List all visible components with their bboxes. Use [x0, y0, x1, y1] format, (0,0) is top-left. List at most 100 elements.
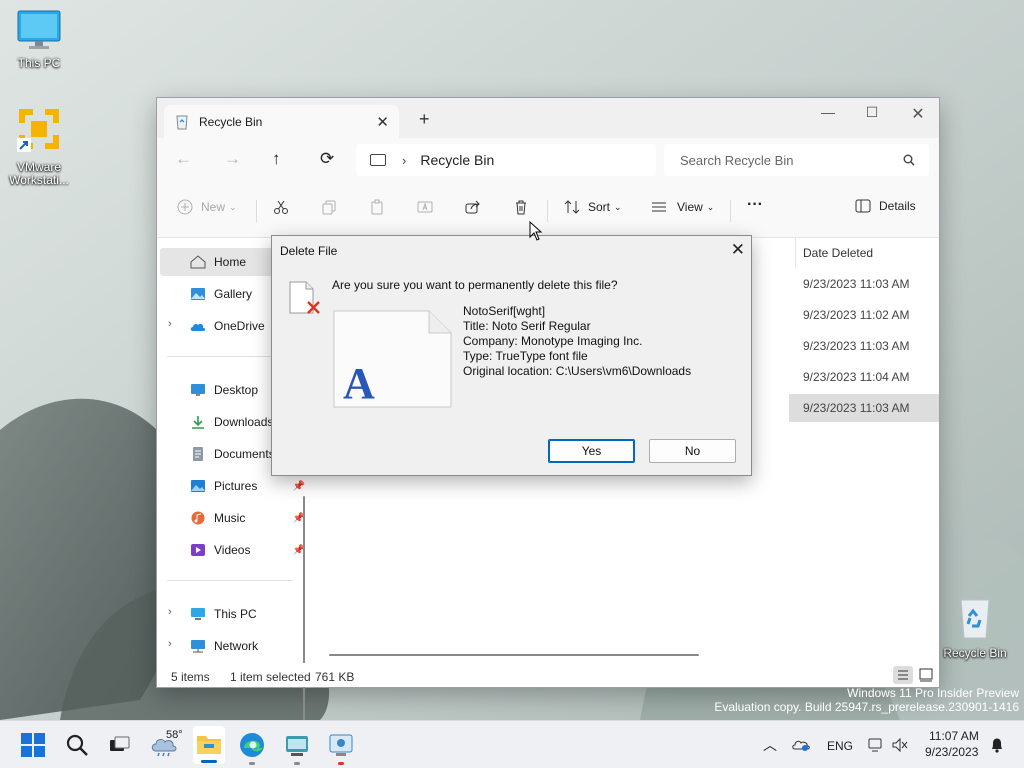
address-box[interactable]: › Recycle Bin	[356, 144, 656, 176]
maximize-button[interactable]: ☐	[849, 104, 895, 121]
minimize-button[interactable]: —	[805, 104, 851, 120]
running-indicator	[294, 762, 300, 765]
nav-item-label: Gallery	[214, 287, 253, 301]
desktop-icon-this-pc[interactable]: This PC	[1, 10, 77, 70]
videos-icon	[191, 544, 205, 556]
task-view-icon[interactable]	[105, 731, 133, 759]
table-row[interactable]: 9/23/2023 11:02 AM	[789, 301, 939, 329]
paste-button[interactable]	[369, 199, 385, 215]
language-indicator[interactable]: ENG	[827, 739, 853, 753]
recycle-bin-icon	[960, 599, 990, 639]
nav-item-label: Pictures	[214, 479, 258, 493]
column-header-date-deleted[interactable]: Date Deleted	[803, 246, 873, 260]
search-icon	[903, 154, 915, 166]
view-icon	[652, 202, 666, 212]
nav-item-label: Documents	[214, 447, 275, 461]
command-bar: New ⌄ Sort ⌄ View ⌄ ··· Details	[157, 184, 939, 238]
sort-button[interactable]: Sort ⌄	[564, 199, 622, 215]
selection-size: 761 KB	[315, 670, 355, 684]
chevron-down-icon: ⌄	[706, 201, 715, 212]
new-button[interactable]: New ⌄	[177, 199, 237, 215]
back-button[interactable]: ←	[175, 149, 192, 169]
volume-muted-icon[interactable]	[891, 737, 909, 753]
no-button[interactable]: No	[649, 439, 736, 463]
clock-date[interactable]: 9/23/2023	[925, 745, 978, 759]
desktop-icon-vmware[interactable]: VMware Workstati...	[1, 104, 77, 187]
evaluation-watermark: Windows 11 Pro Insider Preview Evaluatio…	[714, 686, 1019, 714]
forward-button[interactable]: →	[224, 149, 241, 169]
nav-item-label: Music	[214, 511, 246, 525]
close-tab-icon[interactable]: ✕	[376, 113, 389, 131]
details-pane-icon	[855, 199, 871, 213]
app-taskbar-button[interactable]	[283, 731, 311, 765]
chevron-down-icon: ⌄	[614, 201, 622, 212]
nav-item-label: Desktop	[214, 383, 259, 397]
desktop-icon-label: VMware Workstati...	[9, 160, 69, 187]
yes-button[interactable]: Yes	[548, 439, 635, 463]
rename-button[interactable]	[417, 199, 433, 215]
desktop-icon-recycle-bin[interactable]: Recycle Bin	[937, 596, 1013, 660]
close-window-button[interactable]: ✕	[895, 104, 941, 124]
nav-item-network[interactable]: Network	[160, 632, 303, 660]
horizontal-scrollbar[interactable]	[329, 654, 699, 656]
new-label: New	[201, 200, 226, 214]
file-explorer-taskbar-button[interactable]	[193, 726, 225, 764]
clock-time[interactable]: 11:07 AM	[929, 729, 979, 743]
download-arrow-icon	[192, 416, 204, 429]
details-view-button[interactable]	[893, 666, 913, 684]
navigation-scrollbar[interactable]	[303, 496, 305, 756]
desktop-folder-icon	[191, 384, 205, 396]
tiles-view-button[interactable]	[916, 666, 936, 684]
weather-widget[interactable]: 58°	[150, 729, 186, 759]
search-icon[interactable]	[63, 731, 91, 759]
nav-item-label: Home	[214, 255, 247, 269]
details-pane-button[interactable]: Details	[855, 199, 916, 213]
chevron-right-icon: ›	[402, 152, 407, 168]
nav-item-this-pc[interactable]: This PC	[160, 600, 303, 628]
app-taskbar-button[interactable]	[327, 731, 355, 765]
table-row[interactable]: 9/23/2023 11:03 AM	[789, 332, 939, 360]
nav-item-videos[interactable]: Videos 📌	[160, 536, 305, 564]
table-row[interactable]: 9/23/2023 11:04 AM	[789, 363, 939, 391]
copy-button[interactable]	[321, 199, 337, 215]
up-button[interactable]: ↑	[272, 149, 281, 169]
notification-bell-icon[interactable]	[990, 737, 1004, 753]
nav-item-pictures[interactable]: Pictures 📌	[160, 472, 305, 500]
show-hidden-icons-button[interactable]: ︿	[763, 735, 777, 755]
file-title: Title: Noto Serif Regular	[463, 319, 591, 333]
sort-label: Sort	[588, 200, 611, 214]
more-options-button[interactable]: ···	[747, 196, 763, 214]
watermark-line-2: Evaluation copy. Build 25947.rs_prerelea…	[714, 700, 1019, 714]
monitor-icon	[17, 10, 61, 49]
cut-button[interactable]	[273, 199, 289, 215]
music-icon	[191, 511, 205, 525]
toolbar-divider	[547, 200, 548, 222]
address-bar: ← → ↑ ⟳ › Recycle Bin Search Recycle Bin	[157, 138, 939, 184]
nav-item-music[interactable]: Music 📌	[160, 504, 305, 532]
details-view-icon	[898, 670, 908, 680]
computer-icon	[191, 608, 205, 620]
scissors-icon	[274, 200, 288, 214]
search-input[interactable]: Search Recycle Bin	[664, 144, 929, 176]
view-button[interactable]: View ⌄	[651, 199, 714, 215]
folder-icon	[197, 736, 221, 754]
share-button[interactable]	[465, 199, 481, 215]
close-dialog-button[interactable]: ✕	[731, 240, 745, 260]
edge-icon	[240, 733, 264, 757]
item-count: 5 items	[171, 670, 210, 684]
table-row[interactable]: 9/23/2023 11:03 AM	[789, 270, 939, 298]
start-button[interactable]	[19, 731, 47, 759]
table-row-selected[interactable]: 9/23/2023 11:03 AM	[789, 394, 939, 422]
tab-recycle-bin[interactable]: Recycle Bin ✕	[164, 105, 399, 138]
column-divider[interactable]	[795, 238, 796, 268]
network-status-icon[interactable]	[867, 737, 885, 753]
refresh-button[interactable]: ⟳	[320, 149, 334, 169]
breadcrumb[interactable]: Recycle Bin	[420, 152, 494, 168]
running-indicator	[338, 762, 344, 765]
edge-taskbar-button[interactable]	[238, 731, 266, 765]
tiles-view-icon	[919, 668, 933, 682]
delete-button[interactable]	[513, 199, 529, 215]
onedrive-status-icon[interactable]	[792, 737, 810, 753]
new-tab-button[interactable]: +	[419, 109, 430, 130]
recycle-bin-icon	[176, 115, 188, 129]
